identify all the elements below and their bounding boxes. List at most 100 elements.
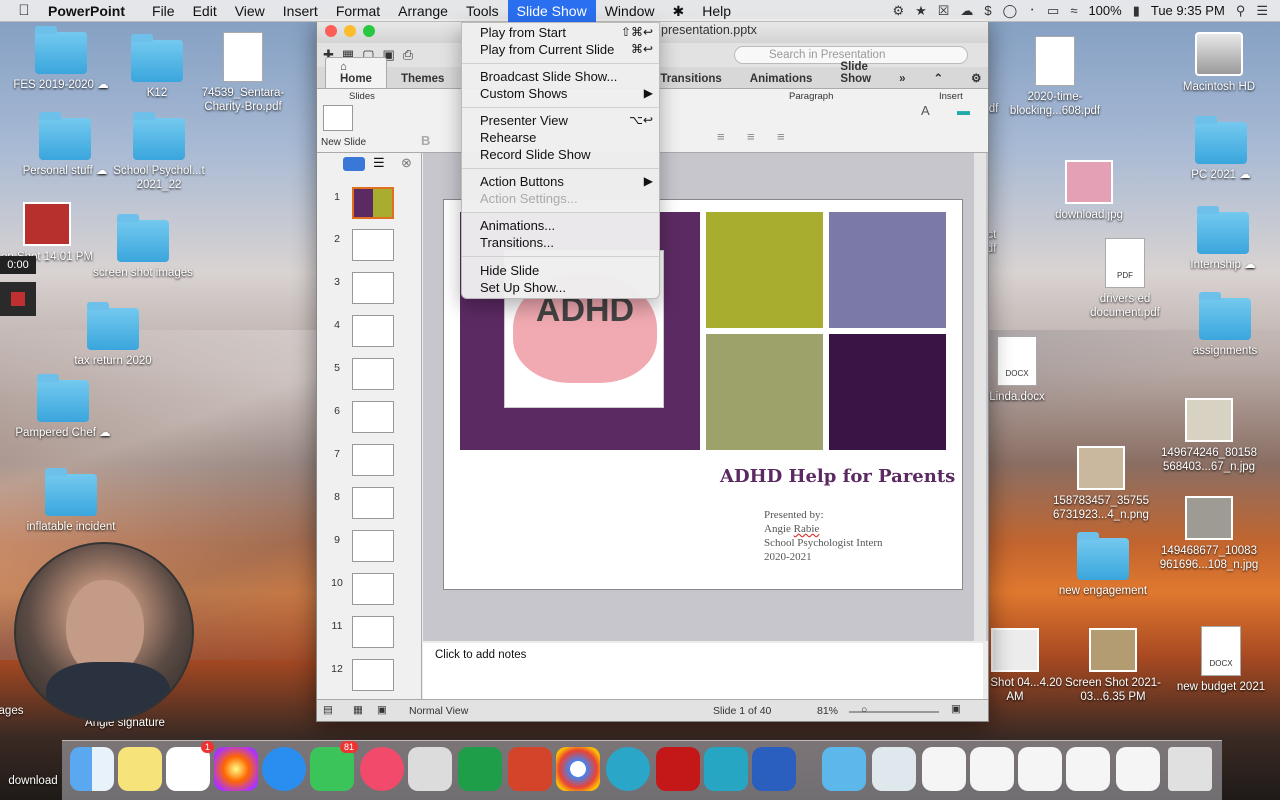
script-menu-icon[interactable]: ✱ <box>664 0 694 22</box>
battery-percent[interactable]: 100% <box>1088 3 1121 18</box>
notes-field[interactable]: Click to add notes <box>423 643 983 699</box>
word-icon[interactable] <box>752 747 796 791</box>
align-center-icon[interactable]: ≡ <box>747 129 755 144</box>
menu-item-broadcast-slide-show[interactable]: Broadcast Slide Show... <box>462 68 659 85</box>
powerpoint-icon[interactable] <box>508 747 552 791</box>
desktop-item[interactable]: DOCX new budget 2021 <box>1166 626 1276 694</box>
facetime-icon[interactable]: 81 <box>310 741 358 791</box>
word-doc-icon[interactable] <box>1066 747 1110 791</box>
desktop-item[interactable]: 149674246_80158 568403...67_n.jpg <box>1154 398 1264 474</box>
new-slide-button[interactable]: New Slide <box>321 137 366 148</box>
print-icon[interactable]: ⎙ <box>403 47 413 63</box>
slide-thumbnail[interactable]: 9 <box>317 530 417 570</box>
reminders-icon[interactable]: 1 <box>166 741 214 791</box>
desktop-item[interactable]: inflatable incident <box>16 468 126 534</box>
slides-view-toggle[interactable] <box>343 157 365 171</box>
music-icon[interactable] <box>360 747 404 791</box>
chrome-icon[interactable] <box>556 747 600 791</box>
messages-icon[interactable] <box>262 747 306 791</box>
desktop-item[interactable]: Screen Shot 2021-03...6.35 PM <box>1058 628 1168 704</box>
star-icon[interactable]: ★ <box>915 3 927 19</box>
desktop-item[interactable]: 2020-time-blocking...608.pdf <box>1000 36 1110 118</box>
presenter-block[interactable]: Presented by: Angie Rabie School Psychol… <box>764 508 883 564</box>
apple-icon[interactable]:  <box>0 2 48 19</box>
slide-title[interactable]: ADHD Help for Parents <box>720 466 955 487</box>
menu-item-rehearse[interactable]: Rehearse <box>462 129 659 146</box>
tool-icon[interactable] <box>704 747 748 791</box>
menu-item-custom-shows[interactable]: Custom Shows ▶ <box>462 85 659 102</box>
desktop-item[interactable]: FES 2019-2020 ☁ <box>6 26 116 92</box>
slide-thumbnail[interactable]: 4 <box>317 315 417 355</box>
browser-icon[interactable] <box>606 747 650 791</box>
menu-slide-show[interactable]: Slide Show <box>507 0 596 22</box>
slide-thumbnail[interactable]: 11 <box>317 616 417 656</box>
menu-view[interactable]: View <box>226 0 274 22</box>
zoom-button[interactable] <box>363 25 375 37</box>
vertical-scrollbar[interactable] <box>974 153 986 641</box>
desktop-item[interactable]: 158783457_35755 6731923...4_n.png <box>1046 446 1156 522</box>
slide-thumbnail[interactable]: 6 <box>317 401 417 441</box>
align-left-icon[interactable]: ≡ <box>717 129 725 144</box>
desktop-item[interactable]: screen shot images <box>88 214 198 280</box>
search-icon[interactable]: ⚲ <box>1236 3 1246 19</box>
menu-window[interactable]: Window <box>596 0 664 22</box>
ribbon-gear-icon[interactable]: ⚙ <box>957 68 988 88</box>
excel-icon[interactable] <box>458 747 502 791</box>
tab-animations[interactable]: Animations <box>736 70 827 88</box>
tab-home[interactable]: ⌂ Home <box>325 57 387 88</box>
record-stop-button[interactable] <box>0 282 36 316</box>
photos-icon[interactable] <box>214 747 258 791</box>
menu-item-hide-slide[interactable]: Hide Slide <box>462 262 659 279</box>
word-doc-icon[interactable] <box>1018 747 1062 791</box>
desktop-item[interactable]: Macintosh HD <box>1164 32 1274 94</box>
gear-icon[interactable]: ⚙ <box>892 3 904 19</box>
desktop-item[interactable]: Pampered Chef ☁ <box>8 374 118 440</box>
notes-icon[interactable] <box>118 747 162 791</box>
slide-thumbnail[interactable]: 1 <box>317 187 417 227</box>
text-box-icon[interactable]: A <box>921 103 930 118</box>
menu-item-set-up-show[interactable]: Set Up Show... <box>462 279 659 296</box>
new-slide-icon[interactable] <box>323 105 353 131</box>
slide-thumbnail[interactable]: 5 <box>317 358 417 398</box>
desktop-item[interactable]: 74539_Sentara-Charity-Bro.pdf <box>188 32 298 114</box>
bluetooth-icon[interactable]: ᛫ <box>1028 3 1036 18</box>
desktop-item[interactable]: 149468677_10083 961696...108_n.jpg <box>1154 496 1264 572</box>
desktop-item[interactable]: en Shot 14.01 PM <box>0 202 102 264</box>
desktop-item[interactable]: download.jpg <box>1034 160 1144 222</box>
dollar-icon[interactable]: $ <box>984 3 991 18</box>
align-right-icon[interactable]: ≡ <box>777 129 785 144</box>
menu-item-transitions[interactable]: Transitions... <box>462 234 659 251</box>
acrobat-icon[interactable] <box>656 747 700 791</box>
finder-icon[interactable] <box>70 747 114 791</box>
document-icon[interactable] <box>872 747 916 791</box>
menu-item-animations[interactable]: Animations... <box>462 217 659 234</box>
wifi-icon[interactable]: ≈ <box>1070 3 1077 18</box>
collapse-ribbon-icon[interactable]: ⌃ <box>919 68 957 88</box>
spreadsheet-doc-icon[interactable] <box>922 747 966 791</box>
menu-edit[interactable]: Edit <box>184 0 226 22</box>
menu-item-presenter-view[interactable]: Presenter View ⌥↩ <box>462 112 659 129</box>
menu-insert[interactable]: Insert <box>274 0 327 22</box>
menu-item-play-from-current-slide[interactable]: Play from Current Slide ⌘↩ <box>462 41 659 58</box>
slide-thumbnail[interactable]: 10 <box>317 573 417 613</box>
slide-thumbnail[interactable]: 12 <box>317 659 417 699</box>
display-icon[interactable]: ▭ <box>1047 3 1059 19</box>
cloud-icon[interactable]: ☁ <box>960 3 973 19</box>
menu-item-play-from-start[interactable]: Play from Start ⇧⌘↩ <box>462 24 659 41</box>
desktop-item[interactable]: PDF drivers ed document.pdf <box>1070 238 1180 320</box>
zoom-percent[interactable]: 81% <box>817 705 838 717</box>
battery-icon[interactable]: ▮ <box>1133 3 1140 19</box>
notification-icon[interactable]: ☰ <box>1256 3 1268 19</box>
shape-icon[interactable]: ▬ <box>957 103 970 118</box>
desktop-item[interactable]: PC 2021 ☁ <box>1166 116 1276 182</box>
slide-thumbnail[interactable]: 8 <box>317 487 417 527</box>
zoom-slider-knob[interactable]: ○ <box>861 704 867 716</box>
menu-arrange[interactable]: Arrange <box>389 0 457 22</box>
slide-thumbnail[interactable]: 3 <box>317 272 417 312</box>
close-box-icon[interactable]: ☒ <box>938 3 950 19</box>
preview-icon[interactable] <box>408 747 452 791</box>
desktop-item[interactable]: Internship ☁ <box>1168 206 1278 272</box>
globe-icon[interactable]: ◯ <box>1003 3 1018 19</box>
normal-view-icon[interactable]: ▤ <box>323 704 333 716</box>
menu-file[interactable]: File <box>143 0 184 22</box>
